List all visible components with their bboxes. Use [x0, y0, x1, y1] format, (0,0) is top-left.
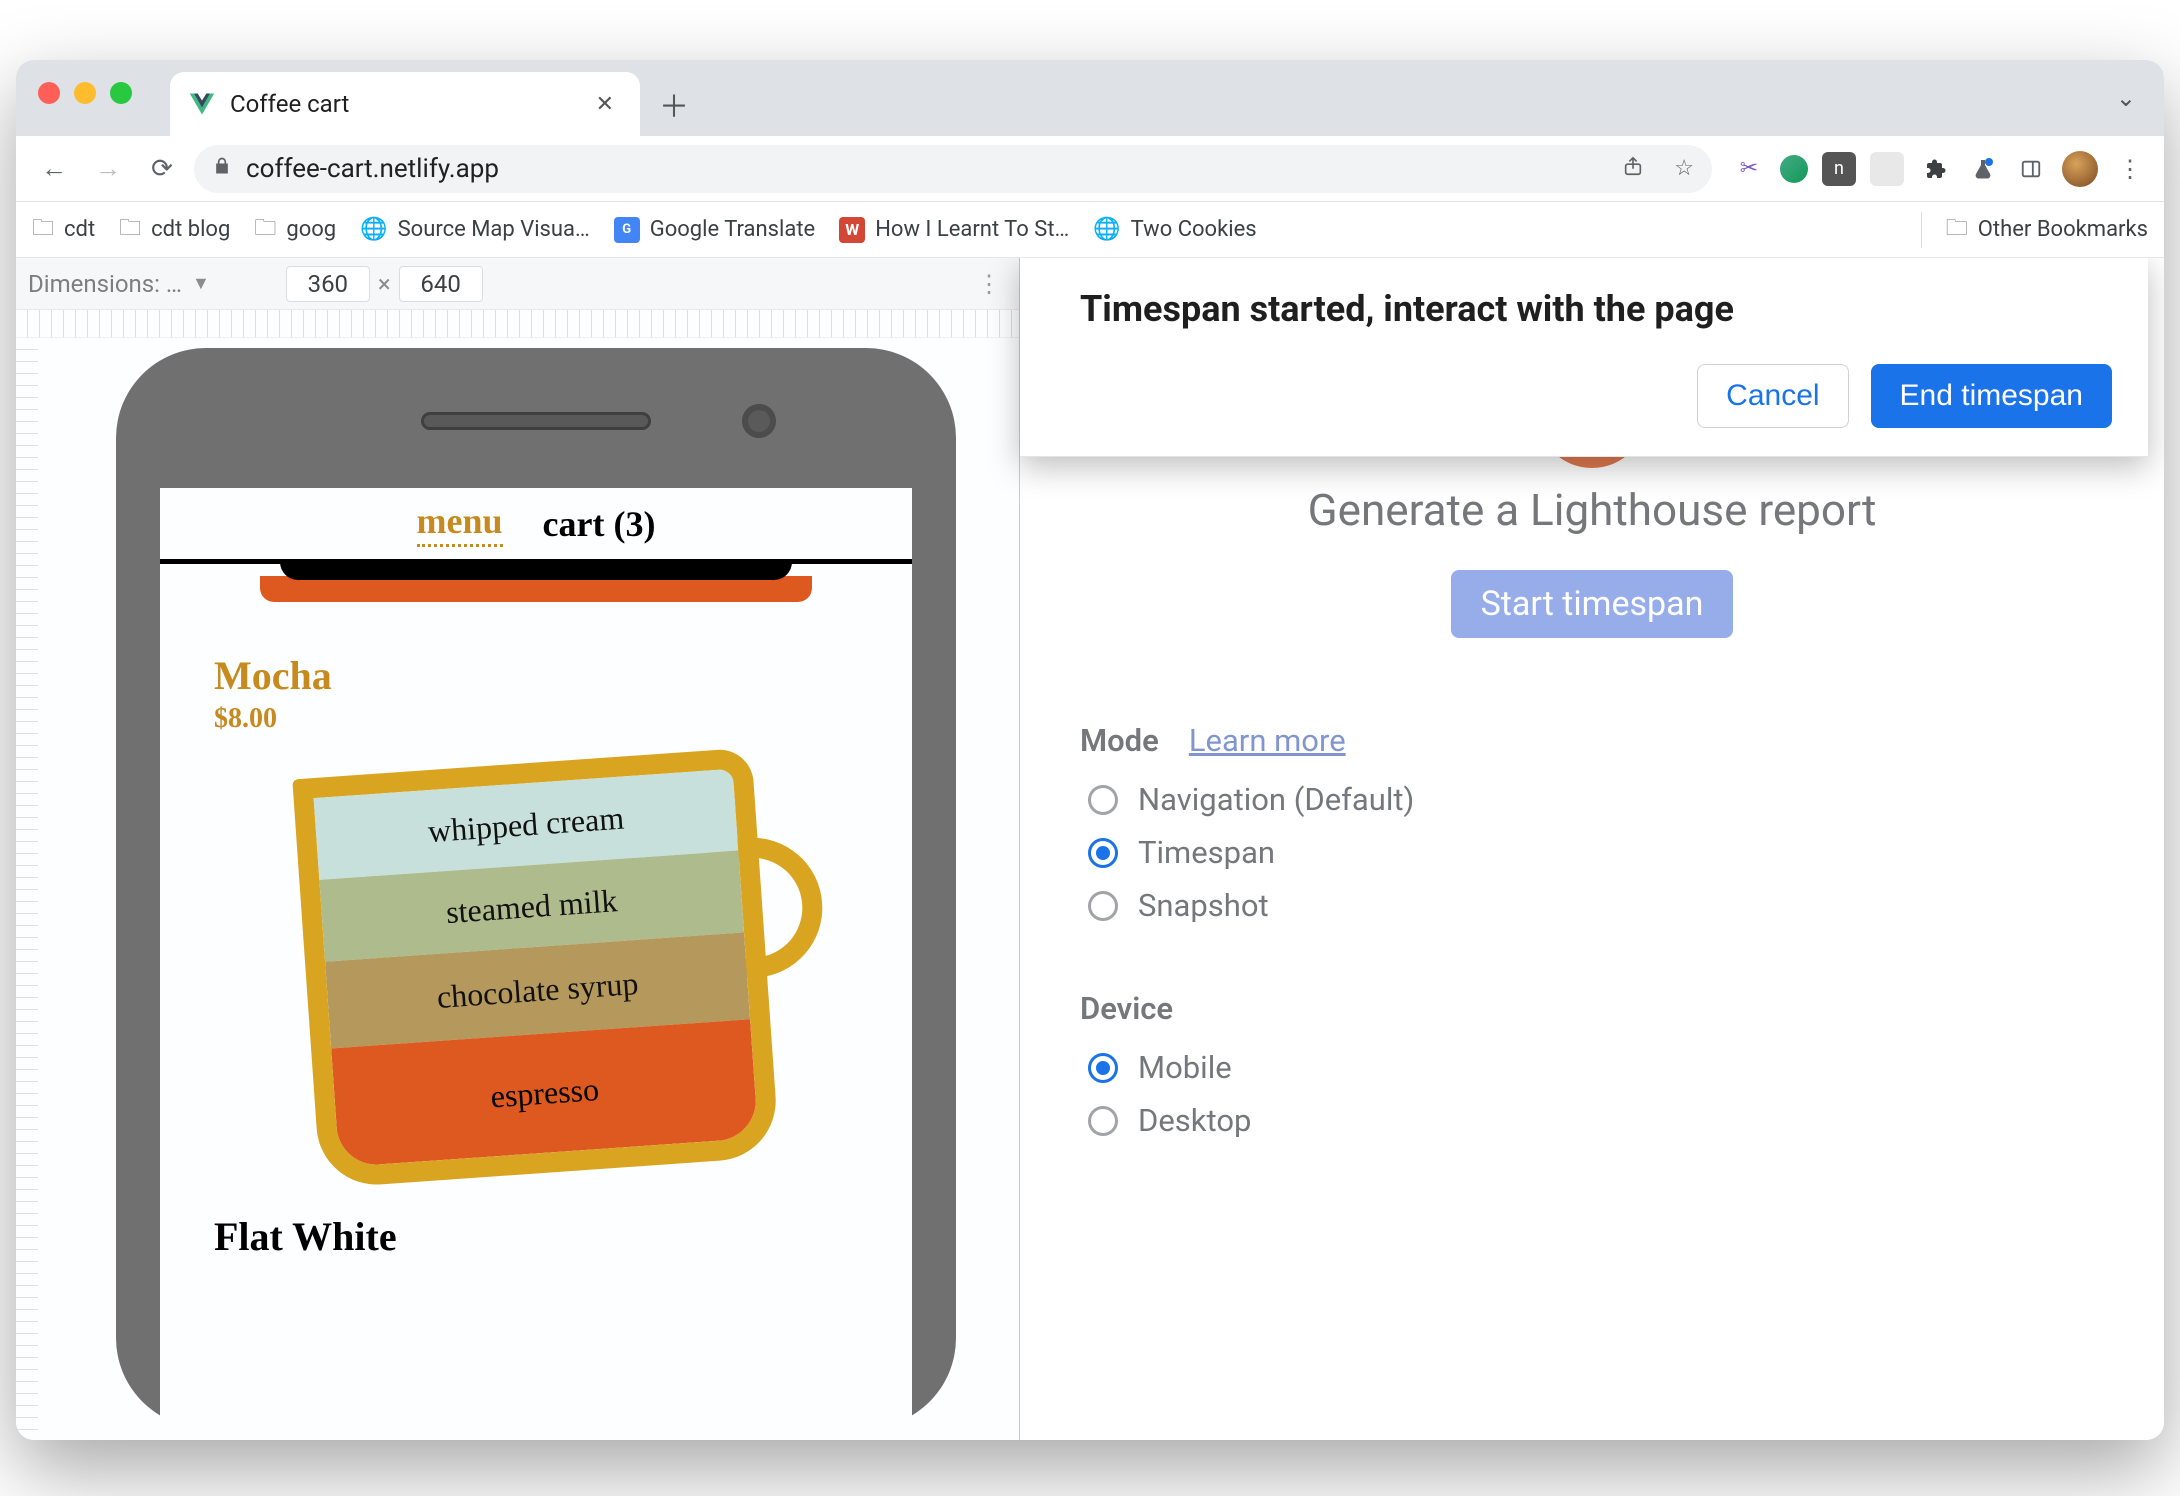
end-timespan-button[interactable]: End timespan — [1871, 364, 2112, 428]
bookmarks-divider — [1921, 212, 1922, 248]
bookmark-label: goog — [286, 217, 336, 242]
close-window-button[interactable] — [38, 82, 60, 104]
share-button[interactable] — [1614, 155, 1652, 183]
forward-button[interactable]: → — [86, 147, 130, 191]
titlebar: Coffee cart ✕ ＋ ⌄ — [16, 60, 2164, 136]
device-option-desktop[interactable]: Desktop — [1088, 1102, 2164, 1139]
device-label: Device — [1080, 990, 1173, 1027]
coffee-mug-illustration: whipped cream steamed milk chocolate syr… — [292, 747, 779, 1188]
bookmark-label: Google Translate — [650, 217, 815, 242]
bookmark-label: cdt blog — [151, 217, 230, 242]
extension-icons: ✂ n ⋮ — [1732, 151, 2148, 187]
phone-frame: menu cart (3) Mocha $8.00 — [116, 348, 956, 1428]
extension-square-icon[interactable]: n — [1822, 152, 1856, 186]
phone-camera — [742, 404, 776, 438]
maximize-window-button[interactable] — [110, 82, 132, 104]
dimensions-dropdown-icon[interactable]: ▼ — [192, 273, 210, 294]
option-label: Navigation (Default) — [1138, 781, 1414, 818]
start-timespan-button[interactable]: Start timespan — [1451, 570, 1734, 638]
labs-icon[interactable] — [1966, 152, 2000, 186]
tab-title: Coffee cart — [230, 90, 578, 118]
dimensions-label[interactable]: Dimensions: … — [24, 270, 182, 298]
cancel-button[interactable]: Cancel — [1697, 364, 1848, 428]
device-option-mobile[interactable]: Mobile — [1088, 1049, 2164, 1086]
profile-avatar[interactable] — [2062, 151, 2098, 187]
browser-window: Coffee cart ✕ ＋ ⌄ ← → ⟳ coffee-cart.netl… — [16, 60, 2164, 1440]
device-toolbar: Dimensions: … ▼ 360 × 640 ⋮ — [16, 258, 1019, 310]
bookmark-item[interactable]: GGoogle Translate — [614, 217, 815, 243]
width-input[interactable]: 360 — [286, 266, 370, 302]
vue-favicon-icon — [188, 90, 216, 118]
nav-menu-link[interactable]: menu — [417, 500, 503, 547]
timespan-modal: Timespan started, interact with the page… — [1020, 258, 2148, 457]
product-card[interactable]: Mocha $8.00 whipped cream steamed milk c… — [160, 612, 912, 1173]
bookmark-item[interactable]: 🌐Source Map Visua… — [360, 217, 590, 242]
browser-tab[interactable]: Coffee cart ✕ — [170, 72, 640, 136]
mode-option-navigation[interactable]: Navigation (Default) — [1088, 781, 2164, 818]
dimension-separator: × — [378, 270, 391, 298]
bookmark-star-button[interactable]: ☆ — [1666, 156, 1702, 181]
url-text: coffee-cart.netlify.app — [246, 154, 1600, 184]
new-tab-button[interactable]: ＋ — [654, 84, 694, 124]
option-label: Timespan — [1138, 834, 1275, 871]
option-label: Mobile — [1138, 1049, 1232, 1086]
tabs-dropdown-button[interactable]: ⌄ — [2116, 84, 2136, 112]
product-name: Flat White — [160, 1173, 912, 1260]
extensions-menu-button[interactable] — [1918, 152, 1952, 186]
modal-message: Timespan started, interact with the page — [1080, 288, 2112, 330]
toolbar: ← → ⟳ coffee-cart.netlify.app ☆ ✂ n — [16, 136, 2164, 202]
device-section: Device Mobile Desktop — [1080, 990, 2164, 1155]
mode-option-snapshot[interactable]: Snapshot — [1088, 887, 2164, 924]
mode-label: Mode — [1080, 722, 1159, 759]
option-label: Snapshot — [1138, 887, 1269, 924]
mode-section: Mode Learn more Navigation (Default) Tim… — [1080, 722, 2164, 940]
mode-option-timespan[interactable]: Timespan — [1088, 834, 2164, 871]
device-preview-pane: Dimensions: … ▼ 360 × 640 ⋮ menu cart ( — [16, 258, 1020, 1440]
bookmark-item[interactable]: 🌐Two Cookies — [1093, 217, 1256, 242]
lock-icon — [212, 156, 232, 181]
extension-grid-icon[interactable] — [1870, 152, 1904, 186]
minimize-window-button[interactable] — [74, 82, 96, 104]
device-stage: menu cart (3) Mocha $8.00 — [16, 338, 1019, 1440]
address-bar[interactable]: coffee-cart.netlify.app ☆ — [194, 145, 1712, 193]
radio-icon — [1088, 891, 1118, 921]
nav-cart-link[interactable]: cart (3) — [543, 503, 656, 545]
bookmark-item[interactable]: WHow I Learnt To St… — [839, 217, 1069, 243]
height-input[interactable]: 640 — [399, 266, 483, 302]
bookmarks-bar: 🗀cdt 🗀cdt blog 🗀goog 🌐Source Map Visua… … — [16, 202, 2164, 258]
window-controls — [38, 82, 132, 104]
bookmark-folder[interactable]: 🗀cdt blog — [119, 211, 230, 249]
radio-icon — [1088, 838, 1118, 868]
reload-button[interactable]: ⟳ — [140, 147, 184, 191]
nav-underline — [160, 562, 912, 612]
other-bookmarks-button[interactable]: 🗀Other Bookmarks — [1946, 211, 2148, 249]
bookmark-folder[interactable]: 🗀goog — [254, 211, 336, 249]
bookmark-folder[interactable]: 🗀cdt — [32, 211, 95, 249]
horizontal-ruler — [16, 310, 1019, 338]
lighthouse-heading: Generate a Lighthouse report — [1020, 484, 2164, 536]
bookmark-label: Other Bookmarks — [1978, 217, 2148, 242]
app-nav: menu cart (3) — [160, 488, 912, 564]
extension-green-icon[interactable] — [1780, 155, 1808, 183]
radio-icon — [1088, 1106, 1118, 1136]
radio-icon — [1088, 785, 1118, 815]
bookmark-label: Two Cookies — [1131, 217, 1257, 242]
chrome-menu-button[interactable]: ⋮ — [2112, 155, 2148, 183]
product-price: $8.00 — [214, 703, 858, 735]
radio-icon — [1088, 1053, 1118, 1083]
phone-speaker — [421, 412, 651, 430]
back-button[interactable]: ← — [32, 147, 76, 191]
extension-scissors-icon[interactable]: ✂ — [1732, 152, 1766, 186]
content: Dimensions: … ▼ 360 × 640 ⋮ menu cart ( — [16, 258, 2164, 1440]
device-toolbar-menu[interactable]: ⋮ — [977, 270, 1011, 298]
phone-screen[interactable]: menu cart (3) Mocha $8.00 — [160, 488, 912, 1430]
bookmark-label: Source Map Visua… — [398, 217, 590, 242]
side-panel-button[interactable] — [2014, 152, 2048, 186]
option-label: Desktop — [1138, 1102, 1251, 1139]
learn-more-link[interactable]: Learn more — [1189, 722, 1346, 759]
close-tab-button[interactable]: ✕ — [592, 88, 618, 121]
bookmark-label: cdt — [64, 217, 95, 242]
product-name: Mocha — [214, 652, 858, 699]
bookmark-label: How I Learnt To St… — [875, 217, 1069, 242]
